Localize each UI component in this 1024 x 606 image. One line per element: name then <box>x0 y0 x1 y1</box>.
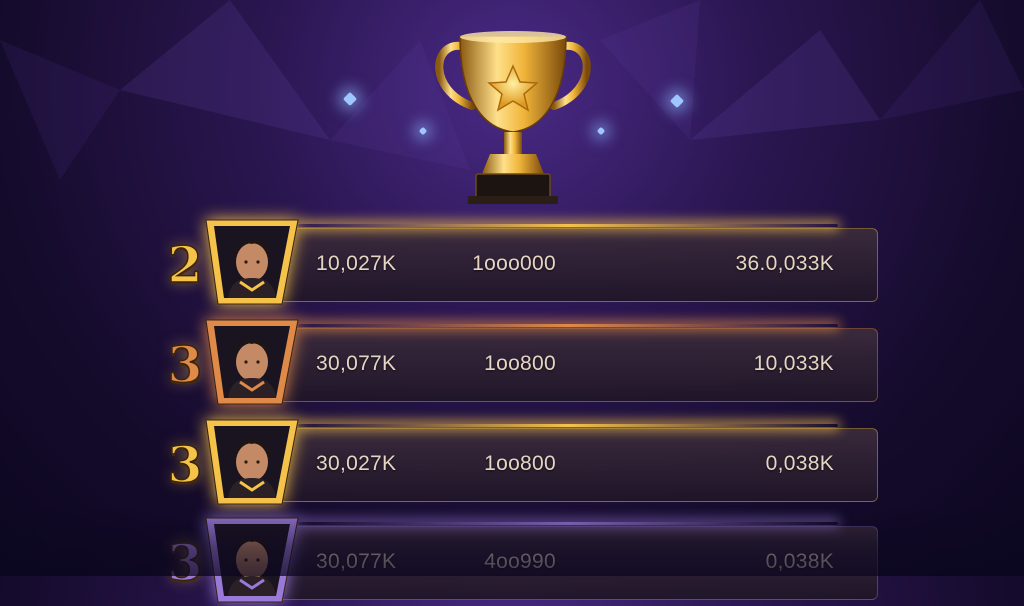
total-cell: 0,038K <box>765 452 834 475</box>
rank-badge: 3 <box>167 435 203 495</box>
rank-badge: 3 <box>167 335 203 395</box>
points-cell: 4oo990 <box>484 550 556 573</box>
total-cell: 10,033K <box>753 352 834 375</box>
score-cell: 30,077K <box>316 550 397 573</box>
rank-badge: 3 <box>167 533 203 593</box>
total-cell: 36.0,033K <box>735 252 834 275</box>
total-cell: 0,038K <box>765 550 834 573</box>
row-highlight <box>298 522 838 525</box>
leaderboard-row[interactable]: 3 30,077K 4oo990 0,038K <box>148 517 878 603</box>
score-cell: 30,027K <box>316 452 397 475</box>
row-highlight <box>298 224 838 227</box>
score-cell: 10,027K <box>316 252 397 275</box>
leaderboard-row[interactable]: 2 10,027K 1ooo000 36.0,033K <box>148 219 878 305</box>
leaderboard-row[interactable]: 3 30,077K 1oo800 10,033K <box>148 319 878 405</box>
points-cell: 1oo800 <box>484 452 556 475</box>
row-highlight <box>298 324 838 327</box>
avatar-frame <box>205 517 299 603</box>
row-highlight <box>298 424 838 427</box>
leaderboard-row[interactable]: 3 30,027K 1oo800 0,038K <box>148 419 878 505</box>
avatar-frame <box>205 219 299 305</box>
rank-badge: 2 <box>167 235 203 295</box>
points-cell: 1oo800 <box>484 352 556 375</box>
trophy-icon <box>435 31 591 204</box>
points-cell: 1ooo000 <box>472 252 556 275</box>
avatar-frame <box>205 419 299 505</box>
avatar-frame <box>205 319 299 405</box>
score-cell: 30,077K <box>316 352 397 375</box>
